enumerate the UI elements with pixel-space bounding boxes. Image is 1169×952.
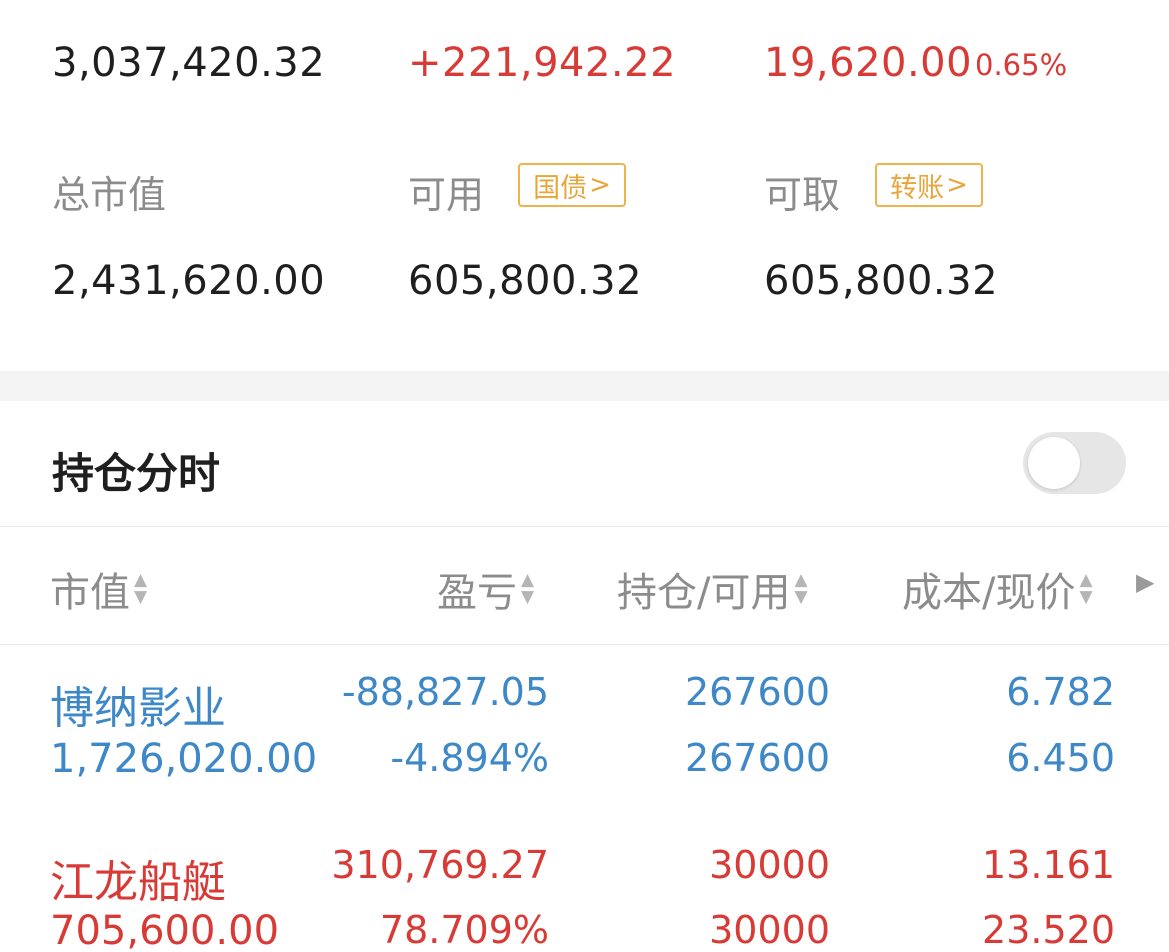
market-value-label: 总市值 <box>52 173 167 217</box>
chevron-right-icon: > <box>946 170 968 200</box>
column-header-market-value[interactable]: 市值 ▲ ▼ <box>50 560 147 618</box>
stock-available: 267600 <box>684 736 830 780</box>
stock-price: 23.520 <box>982 908 1115 952</box>
stock-pnl: -88,827.05 <box>341 670 549 714</box>
positions-timeline-title: 持仓分时 <box>52 449 221 498</box>
column-header-label: 市值 <box>50 570 130 616</box>
bond-tag-label: 国债 <box>533 172 588 204</box>
available-value: 605,800.32 <box>408 258 643 304</box>
divider <box>0 644 1169 645</box>
stock-pnl-percent: -4.894% <box>390 736 549 780</box>
sort-icon: ▲ ▼ <box>794 570 808 607</box>
stock-position: 30000 <box>709 843 830 887</box>
column-header-position[interactable]: 持仓/可用 ▲ ▼ <box>617 560 808 618</box>
stock-pnl-percent: 78.709% <box>379 908 549 952</box>
withdrawable-value: 605,800.32 <box>764 258 999 304</box>
column-header-label: 持仓/可用 <box>617 570 791 616</box>
transfer-tag-label: 转账 <box>890 172 945 204</box>
scroll-right-icon[interactable]: ▶ <box>1136 568 1154 596</box>
stock-position: 267600 <box>684 670 830 714</box>
section-divider <box>0 371 1169 401</box>
stock-available: 30000 <box>709 908 830 952</box>
available-label: 可用 <box>408 173 485 217</box>
sort-icon: ▲ ▼ <box>1079 570 1093 607</box>
toggle-knob <box>1028 437 1080 489</box>
positions-page: 3,037,420.32 +221,942.22 19,620.00 0.65%… <box>0 0 1169 952</box>
today-pnl-value: 19,620.00 <box>764 40 973 86</box>
total-assets-value: 3,037,420.32 <box>52 40 326 86</box>
column-header-cost-price[interactable]: 成本/现价 ▲ ▼ <box>902 560 1093 618</box>
stock-market-value: 705,600.00 <box>50 908 280 952</box>
total-pnl-value: +221,942.22 <box>408 40 677 86</box>
today-pnl-percent: 0.65% <box>975 48 1068 82</box>
stock-cost: 6.782 <box>1006 670 1115 714</box>
stock-pnl: 310,769.27 <box>331 843 549 887</box>
stock-name: 博纳影业 <box>50 683 226 734</box>
stock-cost: 13.161 <box>982 843 1115 887</box>
column-header-pnl[interactable]: 盈亏 ▲ ▼ <box>437 560 534 618</box>
sort-icon: ▲ ▼ <box>521 570 535 607</box>
market-value: 2,431,620.00 <box>52 258 326 304</box>
chevron-right-icon: > <box>589 170 611 200</box>
sort-icon: ▲ ▼ <box>134 570 148 607</box>
column-header-label: 盈亏 <box>437 570 517 616</box>
positions-timeline-toggle[interactable] <box>1023 432 1126 494</box>
stock-name: 江龙船艇 <box>50 857 226 908</box>
stock-price: 6.450 <box>1006 736 1115 780</box>
bond-tag-button[interactable]: 国债 > <box>518 163 626 207</box>
divider <box>0 526 1169 527</box>
transfer-tag-button[interactable]: 转账 > <box>875 163 983 207</box>
withdrawable-label: 可取 <box>764 173 841 217</box>
stock-market-value: 1,726,020.00 <box>50 736 318 782</box>
column-header-label: 成本/现价 <box>902 570 1076 616</box>
